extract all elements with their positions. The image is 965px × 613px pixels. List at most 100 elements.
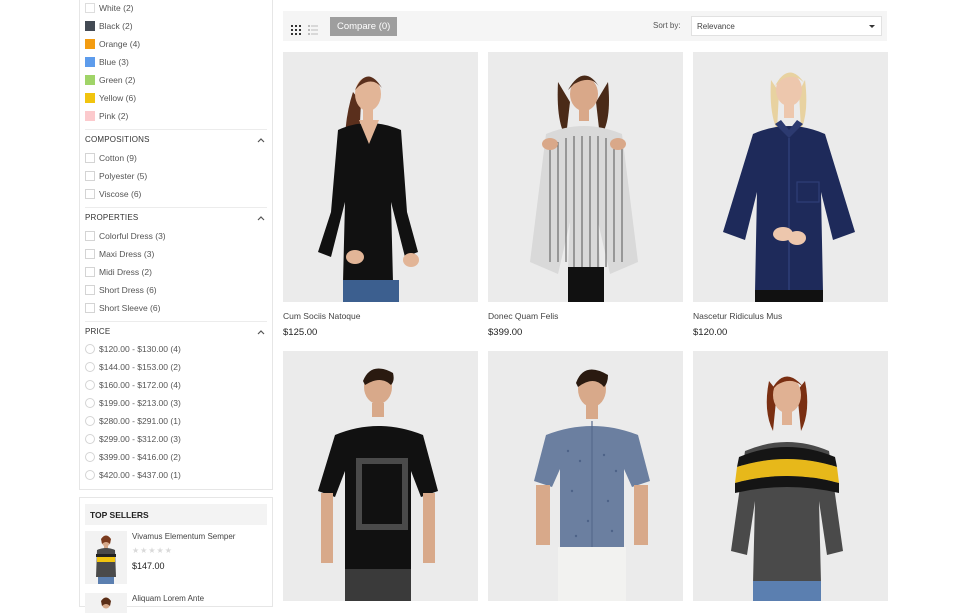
seller-name[interactable]: Vivamus Elementum Semper xyxy=(132,532,235,541)
color-swatch xyxy=(85,3,95,13)
filter-color-white[interactable]: White (2) xyxy=(85,1,134,15)
seller-thumbnail[interactable] xyxy=(85,593,127,613)
filter-color-black[interactable]: Black (2) xyxy=(85,19,133,33)
radio-button[interactable] xyxy=(85,416,95,426)
filter-price-range[interactable]: $399.00 - $416.00 (2) xyxy=(85,450,181,464)
filter-count: (4) xyxy=(170,344,181,354)
filter-color-pink[interactable]: Pink (2) xyxy=(85,109,128,123)
product-card[interactable]: Donec Quam Felis $399.00 xyxy=(488,52,683,338)
filter-label: Polyester xyxy=(99,171,135,181)
product-image[interactable] xyxy=(693,52,888,302)
filter-property-short-dress[interactable]: Short Dress (6) xyxy=(85,283,157,297)
compare-button[interactable]: Compare (0) xyxy=(330,17,398,36)
filter-color-yellow[interactable]: Yellow (6) xyxy=(85,91,136,105)
product-card[interactable] xyxy=(283,351,478,610)
filter-count: (5) xyxy=(136,171,148,181)
filter-property-colorful-dress[interactable]: Colorful Dress (3) xyxy=(85,229,166,243)
filter-color-orange[interactable]: Orange (4) xyxy=(85,37,140,51)
filter-price-range[interactable]: $160.00 - $172.00 (4) xyxy=(85,378,181,392)
chevron-up-icon[interactable] xyxy=(256,136,266,144)
product-image[interactable] xyxy=(283,52,478,302)
sort-select[interactable]: Relevance xyxy=(691,16,882,36)
filter-composition-polyester[interactable]: Polyester (5) xyxy=(85,169,147,183)
compositions-title: COMPOSITIONS xyxy=(85,135,150,144)
filter-label: Short Sleeve xyxy=(99,303,148,313)
radio-button[interactable] xyxy=(85,380,95,390)
filter-count: (2) xyxy=(117,111,129,121)
filter-color-green[interactable]: Green (2) xyxy=(85,73,135,87)
color-swatch xyxy=(85,111,95,121)
filter-label: $420.00 - $437.00 xyxy=(99,470,169,480)
filter-count: (6) xyxy=(150,303,161,313)
filter-label: $144.00 - $153.00 xyxy=(99,362,169,372)
divider xyxy=(85,129,267,130)
filter-price-range[interactable]: $144.00 - $153.00 (2) xyxy=(85,360,181,374)
filter-count: (6) xyxy=(146,285,157,295)
checkbox[interactable] xyxy=(85,189,95,199)
color-swatch xyxy=(85,21,95,31)
product-name[interactable]: Donec Quam Felis xyxy=(488,311,683,321)
rating-stars: ★★★★★ xyxy=(132,546,173,555)
color-swatch xyxy=(85,93,95,103)
grid-view-icon[interactable] xyxy=(291,22,301,35)
filter-property-maxi-dress[interactable]: Maxi Dress (3) xyxy=(85,247,154,261)
sort-select-value: Relevance xyxy=(697,22,735,31)
radio-button[interactable] xyxy=(85,434,95,444)
filter-count: (2) xyxy=(122,21,133,31)
filter-price-range[interactable]: $120.00 - $130.00 (4) xyxy=(85,342,181,356)
product-toolbar: Compare (0) Sort by: Relevance xyxy=(283,11,887,41)
filter-count: (6) xyxy=(125,93,137,103)
checkbox[interactable] xyxy=(85,303,95,313)
filter-label: Blue xyxy=(99,57,117,67)
color-swatch xyxy=(85,57,95,67)
divider xyxy=(85,207,267,208)
filter-label: Maxi Dress xyxy=(99,249,142,259)
product-image[interactable] xyxy=(693,351,888,601)
filter-count: (1) xyxy=(170,470,181,480)
list-view-icon[interactable] xyxy=(308,22,318,35)
product-name[interactable]: Cum Sociis Natoque xyxy=(283,311,478,321)
radio-button[interactable] xyxy=(85,470,95,480)
product-image[interactable] xyxy=(488,52,683,302)
checkbox[interactable] xyxy=(85,231,95,241)
filter-composition-viscose[interactable]: Viscose (6) xyxy=(85,187,141,201)
product-card[interactable] xyxy=(488,351,683,610)
radio-button[interactable] xyxy=(85,344,95,354)
product-image[interactable] xyxy=(488,351,683,601)
seller-thumbnail[interactable] xyxy=(85,531,127,584)
filter-label: $199.00 - $213.00 xyxy=(99,398,169,408)
checkbox[interactable] xyxy=(85,267,95,277)
checkbox[interactable] xyxy=(85,249,95,259)
filter-count: (2) xyxy=(123,3,134,13)
filter-price-range[interactable]: $199.00 - $213.00 (3) xyxy=(85,396,181,410)
chevron-up-icon[interactable] xyxy=(256,328,266,336)
seller-name[interactable]: Aliquam Lorem Ante xyxy=(132,594,204,603)
filter-label: Short Dress xyxy=(99,285,144,295)
product-image[interactable] xyxy=(283,351,478,601)
checkbox[interactable] xyxy=(85,285,95,295)
filter-count: (3) xyxy=(155,231,166,241)
product-card[interactable] xyxy=(693,351,888,610)
filter-label: Yellow xyxy=(99,93,124,103)
filter-price-range[interactable]: $420.00 - $437.00 (1) xyxy=(85,468,181,482)
filter-price-range[interactable]: $280.00 - $291.00 (1) xyxy=(85,414,181,428)
product-name[interactable]: Nascetur Ridiculus Mus xyxy=(693,311,888,321)
radio-button[interactable] xyxy=(85,452,95,462)
filter-property-midi-dress[interactable]: Midi Dress (2) xyxy=(85,265,152,279)
color-swatch xyxy=(85,75,95,85)
checkbox[interactable] xyxy=(85,153,95,163)
checkbox[interactable] xyxy=(85,171,95,181)
filter-label: Colorful Dress xyxy=(99,231,153,241)
color-swatch xyxy=(85,39,95,49)
filter-price-range[interactable]: $299.00 - $312.00 (3) xyxy=(85,432,181,446)
filter-composition-cotton[interactable]: Cotton (9) xyxy=(85,151,137,165)
radio-button[interactable] xyxy=(85,398,95,408)
filter-color-blue[interactable]: Blue (3) xyxy=(85,55,129,69)
filter-property-short-sleeve[interactable]: Short Sleeve (6) xyxy=(85,301,160,315)
product-card[interactable]: Nascetur Ridiculus Mus $120.00 xyxy=(693,52,888,338)
filter-count: (2) xyxy=(170,452,181,462)
product-card[interactable]: Cum Sociis Natoque $125.00 xyxy=(283,52,478,338)
chevron-up-icon[interactable] xyxy=(256,214,266,222)
filter-label: Green xyxy=(99,75,123,85)
radio-button[interactable] xyxy=(85,362,95,372)
